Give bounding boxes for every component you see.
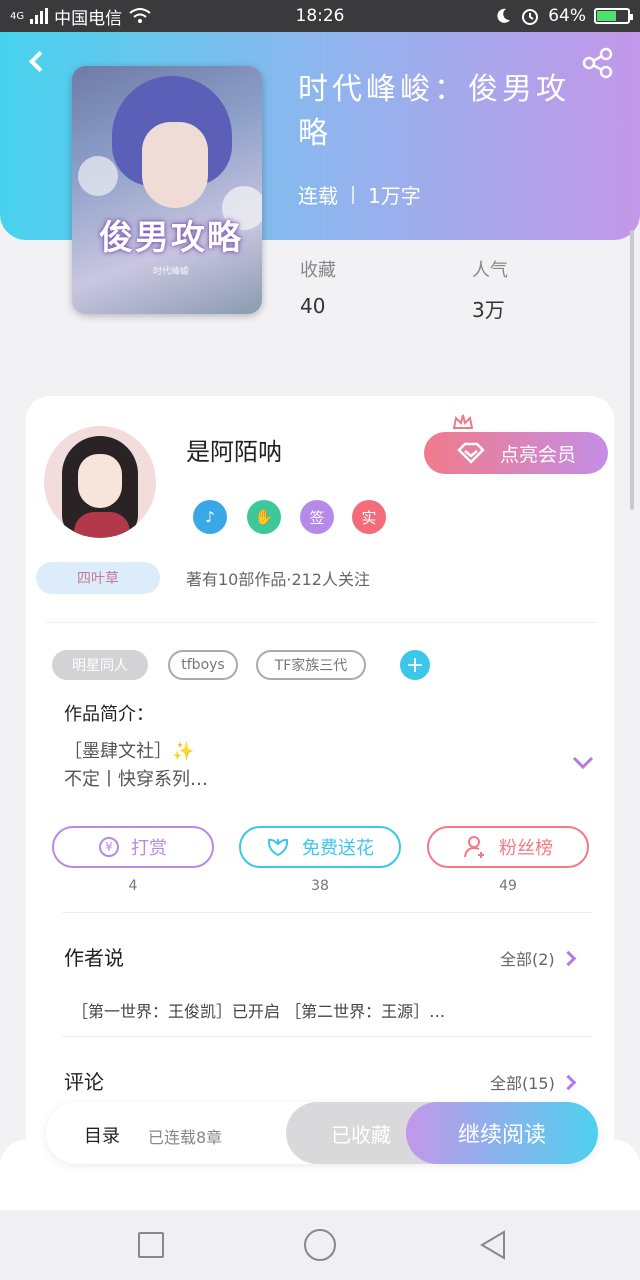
chevron-down-icon[interactable] [572,756,594,770]
comments-title: 评论 [64,1070,104,1094]
flower-count: 38 [311,878,329,894]
toc-button[interactable]: 目录 [84,1122,120,1148]
chevron-right-icon [560,950,576,966]
status-bar: 4G 中国电信 18:26 64% [0,0,640,32]
battery-icon [594,8,633,24]
moon-icon [497,8,511,23]
fans-count: 49 [499,878,517,894]
alarm-icon [522,9,539,25]
author-badge: 四叶草 [36,562,160,594]
continue-reading-button[interactable]: 继续阅读 [406,1102,598,1164]
serial-status: 连载 [298,184,338,208]
battery-percent: 64% [548,6,586,26]
divider [46,622,596,623]
word-count: 1万字 [368,184,421,208]
tag-item[interactable]: tfboys [168,650,238,680]
nav-back-icon[interactable] [478,1229,508,1261]
back-button[interactable] [20,44,52,78]
author-stats: 著有10部作品·212人关注 [186,570,370,589]
author-name[interactable]: 是阿陌呐 [186,432,282,467]
comments-more[interactable]: 全部(15) [490,1070,577,1094]
reward-count: 4 [128,878,138,894]
flower-icon [267,838,289,857]
diamond-icon [457,442,485,464]
book-meta: 连载 1万字 [298,180,421,209]
signal-icon [30,8,49,24]
home-icon[interactable] [304,1229,336,1261]
divider [62,1036,592,1037]
vip-button[interactable]: 点亮会员 [424,432,608,474]
cover-title: 俊男攻略 [99,218,243,258]
add-tag-button[interactable]: + [400,650,430,680]
fans-rank-button[interactable]: 粉丝榜 [427,826,589,868]
network-type: 4G [10,10,25,22]
author-says-title: 作者说 [64,946,124,970]
handshake-icon[interactable]: ✋ [247,500,281,534]
reward-button[interactable]: ¥ 打赏 [52,826,214,868]
stat-popularity: 人气 3万 [472,260,508,322]
wifi-icon [129,8,151,23]
carrier-name: 中国电信 [54,8,123,29]
stat-favorites: 收藏 40 [300,260,336,318]
book-title: 时代峰峻：俊男攻略 [298,72,570,151]
intro-label: 作品简介： [64,704,154,725]
intro-text: ［墨肆文社］✨ 不定丨快穿系列… [64,741,208,790]
tag-item[interactable]: 明星同人 [52,650,148,680]
yen-icon: ¥ [99,837,119,857]
recent-apps-icon[interactable] [138,1232,164,1258]
send-flower-button[interactable]: 免费送花 [239,826,401,868]
book-cover[interactable]: 俊男攻略 时代峰峻 [72,66,262,314]
author-avatar[interactable] [44,426,156,538]
scrollbar[interactable] [630,230,634,510]
fans-icon [464,836,484,858]
chevron-right-icon [560,1074,577,1090]
author-says-more[interactable]: 全部(2) [500,946,576,970]
chevron-left-icon [28,50,50,72]
cover-series: 时代峰峻 [152,267,189,277]
crown-icon [452,414,474,429]
music-note-icon[interactable]: ♪ [193,500,227,534]
real-name-icon[interactable]: 实 [352,500,386,534]
author-says-text[interactable]: ［第一世界：王俊凯］已开启 ［第二世界：王源］… [72,998,445,1022]
divider [62,912,592,913]
tag-item[interactable]: TF家族三代 [256,650,366,680]
chapter-info: 已连载8章 [148,1128,223,1147]
sign-icon[interactable]: 签 [300,500,334,534]
